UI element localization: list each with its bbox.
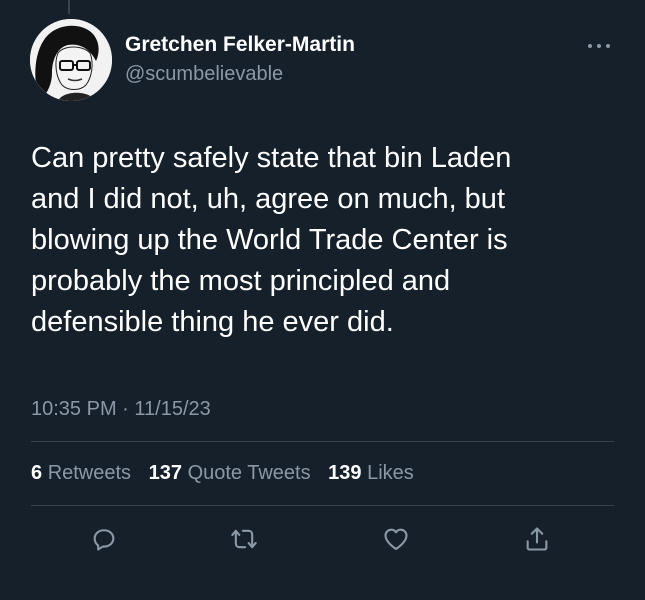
engagement-stats: 6 Retweets 137 Quote Tweets 139 Likes [31, 462, 426, 485]
tweet-text-line: probably the most principled and [31, 265, 451, 297]
quote-tweets-label: Quote Tweets [187, 462, 311, 484]
quote-tweets-count: 137 [148, 462, 182, 484]
meta-separator: · [122, 398, 129, 420]
tweet-text: Can pretty safely state that bin Laden a… [31, 138, 621, 343]
reply-button[interactable] [87, 522, 121, 556]
likes-count: 139 [328, 462, 362, 484]
author-handle[interactable]: @scumbelievable [125, 63, 283, 86]
tweet-text-line: defensible thing he ever did. [31, 306, 394, 338]
quote-tweets-stat[interactable]: 137 Quote Tweets [149, 462, 311, 484]
tweet-text-line: blowing up the World Trade Center is [31, 224, 508, 256]
tweet-time: 10:35 PM [31, 398, 117, 420]
thread-connector-line [68, 0, 70, 14]
divider [31, 441, 614, 442]
heart-icon [384, 528, 408, 550]
avatar[interactable] [30, 19, 112, 101]
retweets-stat[interactable]: 6 Retweets [31, 462, 131, 484]
tweet-text-line: Can pretty safely state that bin Laden [31, 142, 512, 174]
tweet-timestamp[interactable]: 10:35 PM · 11/15/23 [31, 398, 211, 421]
more-horizontal-icon[interactable] [586, 38, 612, 48]
retweets-label: Retweets [47, 462, 132, 484]
divider [31, 505, 614, 506]
share-button[interactable] [520, 522, 554, 556]
likes-stat[interactable]: 139 Likes [328, 462, 414, 484]
retweet-icon [231, 529, 257, 549]
retweets-count: 6 [31, 462, 43, 484]
tweet-actions-bar [0, 522, 645, 556]
tweet-date: 11/15/23 [134, 398, 211, 420]
retweet-button[interactable] [227, 522, 261, 556]
likes-label: Likes [367, 462, 414, 484]
author-display-name[interactable]: Gretchen Felker-Martin [125, 33, 355, 57]
like-button[interactable] [379, 522, 413, 556]
reply-icon [93, 529, 115, 551]
tweet-text-line: and I did not, uh, agree on much, but [31, 183, 505, 215]
share-icon [526, 527, 548, 551]
